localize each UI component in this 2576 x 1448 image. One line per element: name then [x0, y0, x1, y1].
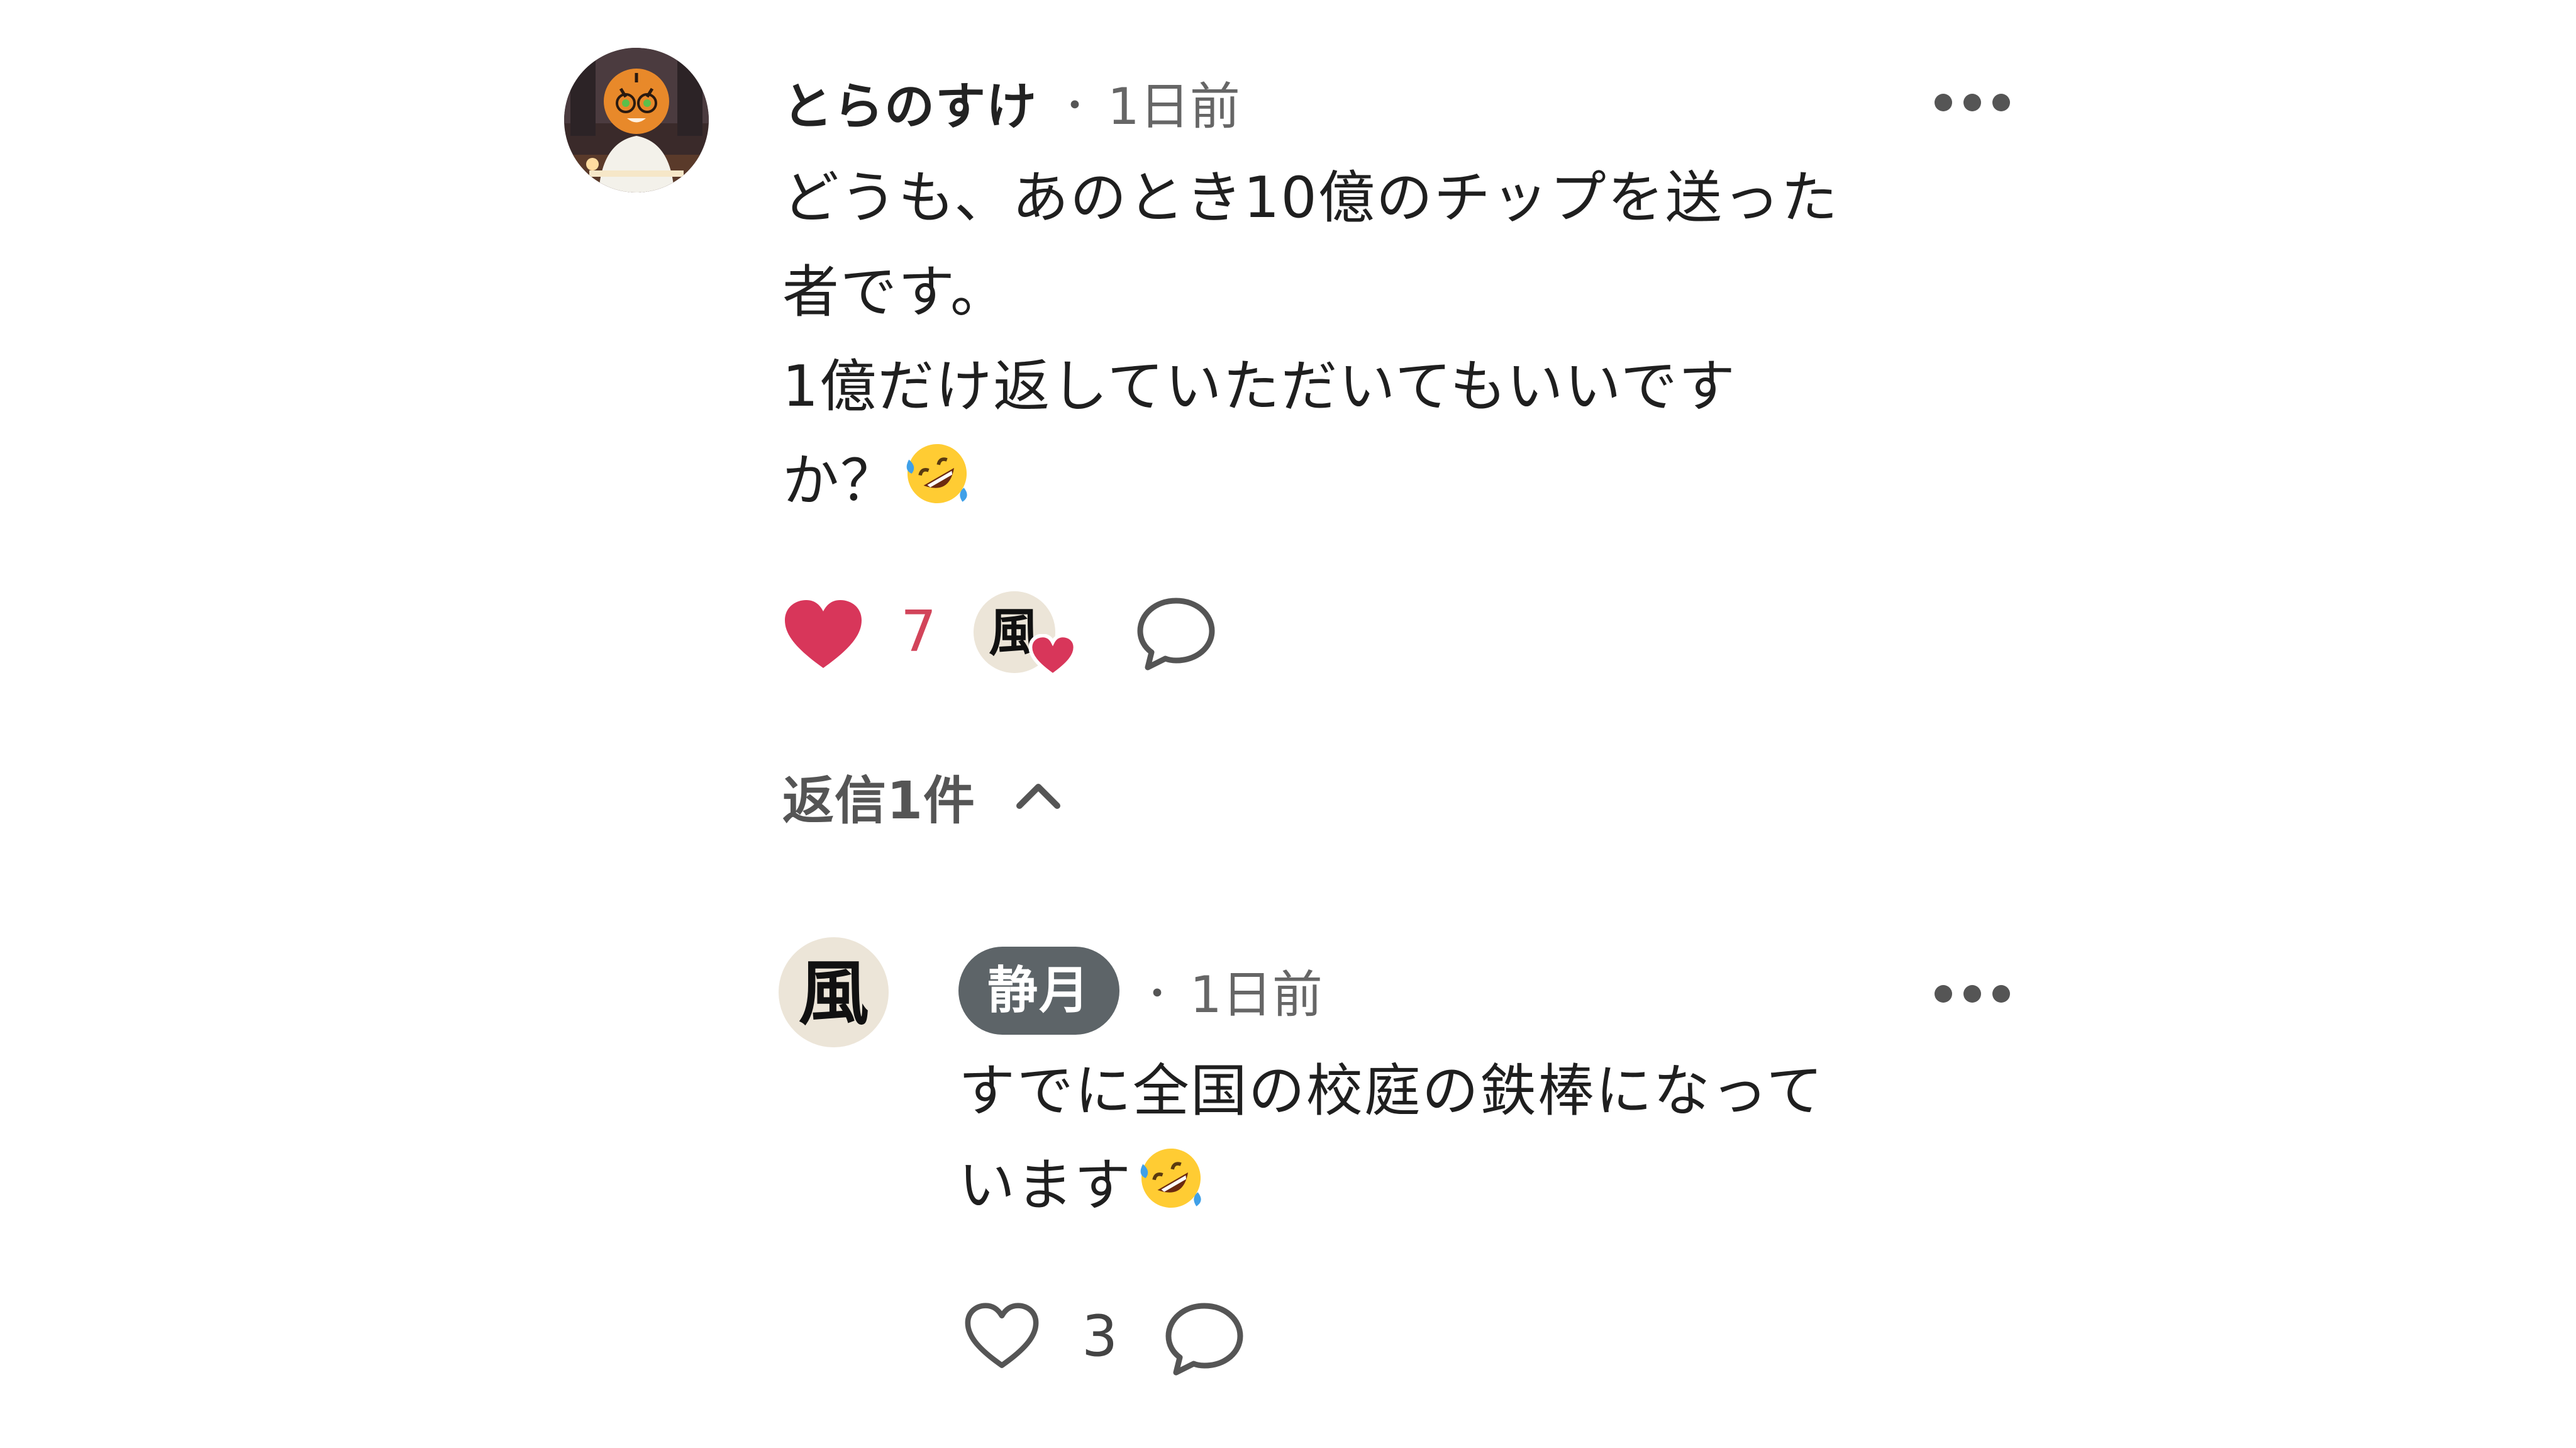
reply-body-line-last: います	[958, 1139, 1977, 1233]
heart-badge-icon	[1028, 633, 1077, 677]
speech-bubble-icon	[1137, 598, 1215, 671]
heart-filled-icon	[785, 600, 862, 668]
comment-body-line-text: か？	[782, 448, 898, 514]
tiger-avatar-image	[564, 48, 709, 192]
kanji-avatar-image: 風	[779, 937, 889, 1047]
comment-body: どうも、あのとき10億のチップを送った 者です。 1億だけ返していただいてもいい…	[782, 151, 1977, 528]
comment-header: とらのすけ ・ 1日前	[782, 68, 1240, 137]
speech-bubble-icon	[1165, 1303, 1243, 1376]
reply-body-line-text: います	[958, 1152, 1132, 1218]
like-count: 7	[901, 599, 937, 665]
reply-avatar-glyph: 風	[799, 952, 869, 1035]
rofl-emoji-icon	[906, 443, 967, 504]
like-count: 3	[1082, 1303, 1118, 1369]
reply-button[interactable]	[1135, 594, 1217, 673]
timestamp: 1日前	[1190, 966, 1323, 1024]
reply-avatar[interactable]: 風	[779, 937, 889, 1047]
like-button[interactable]	[962, 1301, 1041, 1373]
heart-outline-icon	[965, 1303, 1039, 1368]
commenter-avatar[interactable]	[564, 48, 709, 192]
rofl-emoji-icon	[1140, 1148, 1201, 1208]
liker-heart-badge	[1028, 633, 1077, 678]
username[interactable]: とらのすけ	[782, 66, 1037, 139]
chevron-up-icon	[1016, 784, 1061, 809]
reply-body: すでに全国の校庭の鉄棒になって います	[958, 1044, 1977, 1233]
comment-body-line: どうも、あのとき10億のチップを送った	[782, 165, 1839, 231]
like-button[interactable]	[782, 598, 864, 673]
reply-button[interactable]	[1163, 1300, 1245, 1378]
replies-toggle[interactable]: 返信1件	[782, 755, 1063, 837]
separator-dot: ・	[1056, 84, 1094, 128]
comment-body-line: 1億だけ返していただいてもいいです	[782, 354, 1736, 420]
timestamp: 1日前	[1108, 77, 1240, 136]
replies-toggle-label: 返信1件	[782, 771, 976, 831]
reply-body-line: すでに全国の校庭の鉄棒になって	[958, 1058, 1824, 1124]
reply-header: 静月 ・ 1日前	[958, 947, 1323, 1035]
more-options-icon[interactable]	[1935, 981, 2010, 1006]
author-name-badge[interactable]: 静月	[958, 947, 1119, 1035]
comment-body-line-last: か？	[782, 434, 1977, 528]
separator-dot: ・	[1138, 972, 1176, 1016]
comment-body-line: 者です。	[782, 259, 1008, 325]
more-options-icon[interactable]	[1935, 90, 2010, 115]
